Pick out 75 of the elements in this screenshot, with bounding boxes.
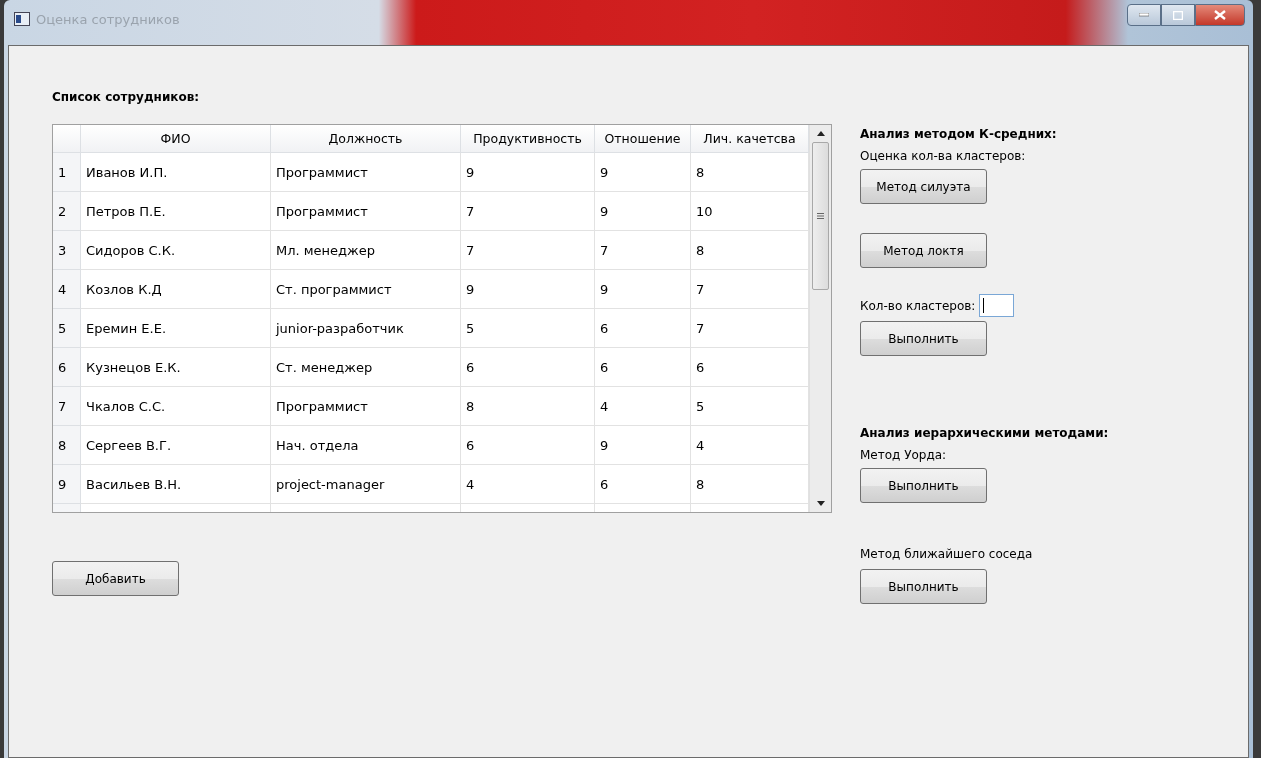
field-label: Метод ближайшего соседа <box>860 547 1033 561</box>
table-cell: 7 <box>595 231 691 270</box>
row-number[interactable]: 8 <box>53 426 81 465</box>
close-icon[interactable] <box>1214 10 1226 20</box>
table-cell: 9 <box>461 153 595 192</box>
table-cell: Иванов И.П. <box>81 153 271 192</box>
add-button[interactable]: Добавить <box>52 561 179 596</box>
table-cell: Сидоров С.К. <box>81 231 271 270</box>
table-cell: 6 <box>595 348 691 387</box>
table-cell: 9 <box>595 426 691 465</box>
field-label: Оценка кол-ва кластеров: <box>860 149 1026 163</box>
column-header[interactable]: Отношение <box>595 125 691 153</box>
table-cell: Программист <box>271 192 461 231</box>
table-cell: Васильев В.Н. <box>81 465 271 504</box>
table-cell: Сергеев В.Г. <box>81 426 271 465</box>
table-cell: Кузнецов Е.К. <box>81 348 271 387</box>
column-header[interactable]: Должность <box>271 125 461 153</box>
cluster-count-field[interactable] <box>979 294 1015 317</box>
column-header[interactable]: Продуктивность <box>461 125 595 153</box>
run-button[interactable]: Выполнить <box>860 468 987 503</box>
section-heading: Анализ методом К-средних: <box>860 127 1057 141</box>
table-cell: Нач. отдела <box>271 426 461 465</box>
maximize-button[interactable] <box>1161 4 1195 26</box>
table-cell: project-manager <box>271 465 461 504</box>
section-heading: Анализ иерархическими методами: <box>860 426 1109 440</box>
table-cell: Петров П.Е. <box>81 192 271 231</box>
row-number[interactable]: 5 <box>53 309 81 348</box>
column-header[interactable]: ФИО <box>81 125 271 153</box>
section-label: Список сотрудников: <box>52 90 200 104</box>
row-number[interactable]: 2 <box>53 192 81 231</box>
run-button[interactable]: Выполнить <box>860 569 987 604</box>
vertical-scrollbar[interactable] <box>809 125 831 512</box>
table-cell: 9 <box>595 192 691 231</box>
column-header[interactable]: Лич. качетсва <box>691 125 809 153</box>
scroll-up-icon[interactable] <box>816 131 825 136</box>
window-app-icon <box>14 12 30 26</box>
row-number[interactable]: 4 <box>53 270 81 309</box>
silhouette-method-button[interactable]: Метод силуэта <box>860 169 987 204</box>
field-label: Кол-во кластеров: <box>860 298 976 313</box>
window-title: Оценка сотрудников <box>36 12 180 27</box>
elbow-method-button[interactable]: Метод локтя <box>860 233 987 268</box>
row-number[interactable]: 3 <box>53 231 81 270</box>
row-number[interactable]: 9 <box>53 465 81 504</box>
table-cell: 9 <box>461 270 595 309</box>
row-number[interactable]: 7 <box>53 387 81 426</box>
table-cell: 9 <box>595 270 691 309</box>
row-number[interactable]: 1 <box>53 153 81 192</box>
table-cell: 9 <box>595 153 691 192</box>
minimize-button[interactable] <box>1127 4 1161 26</box>
table-cell: 6 <box>461 426 595 465</box>
table-cell: Чкалов С.С. <box>81 387 271 426</box>
table-cell: Программист <box>271 153 461 192</box>
minimize-icon[interactable] <box>1139 13 1149 17</box>
table-cell: Мл. менеджер <box>271 231 461 270</box>
row-number[interactable]: 6 <box>53 348 81 387</box>
table-cell: Еремин Е.Е. <box>81 309 271 348</box>
table-cell: 6 <box>595 309 691 348</box>
table-cell: 7 <box>461 192 595 231</box>
table-cell: 8 <box>461 387 595 426</box>
table-cell: 6 <box>595 465 691 504</box>
table-cell: Программист <box>271 387 461 426</box>
table-cell: 5 <box>461 309 595 348</box>
table-cell: 4 <box>595 387 691 426</box>
table-cell: 7 <box>461 231 595 270</box>
close-button[interactable] <box>1195 4 1245 26</box>
run-button[interactable]: Выполнить <box>860 321 987 356</box>
table-cell: junior-разработчик <box>271 309 461 348</box>
field-label: Метод Уорда: <box>860 448 947 462</box>
scroll-down-icon[interactable] <box>816 501 825 506</box>
table-cell: Ст. менеджер <box>271 348 461 387</box>
table-cell: Козлов К.Д <box>81 270 271 309</box>
scroll-thumb[interactable] <box>812 142 829 290</box>
table-cell: 6 <box>461 348 595 387</box>
table-cell: Ст. программист <box>271 270 461 309</box>
table-cell: 4 <box>461 465 595 504</box>
